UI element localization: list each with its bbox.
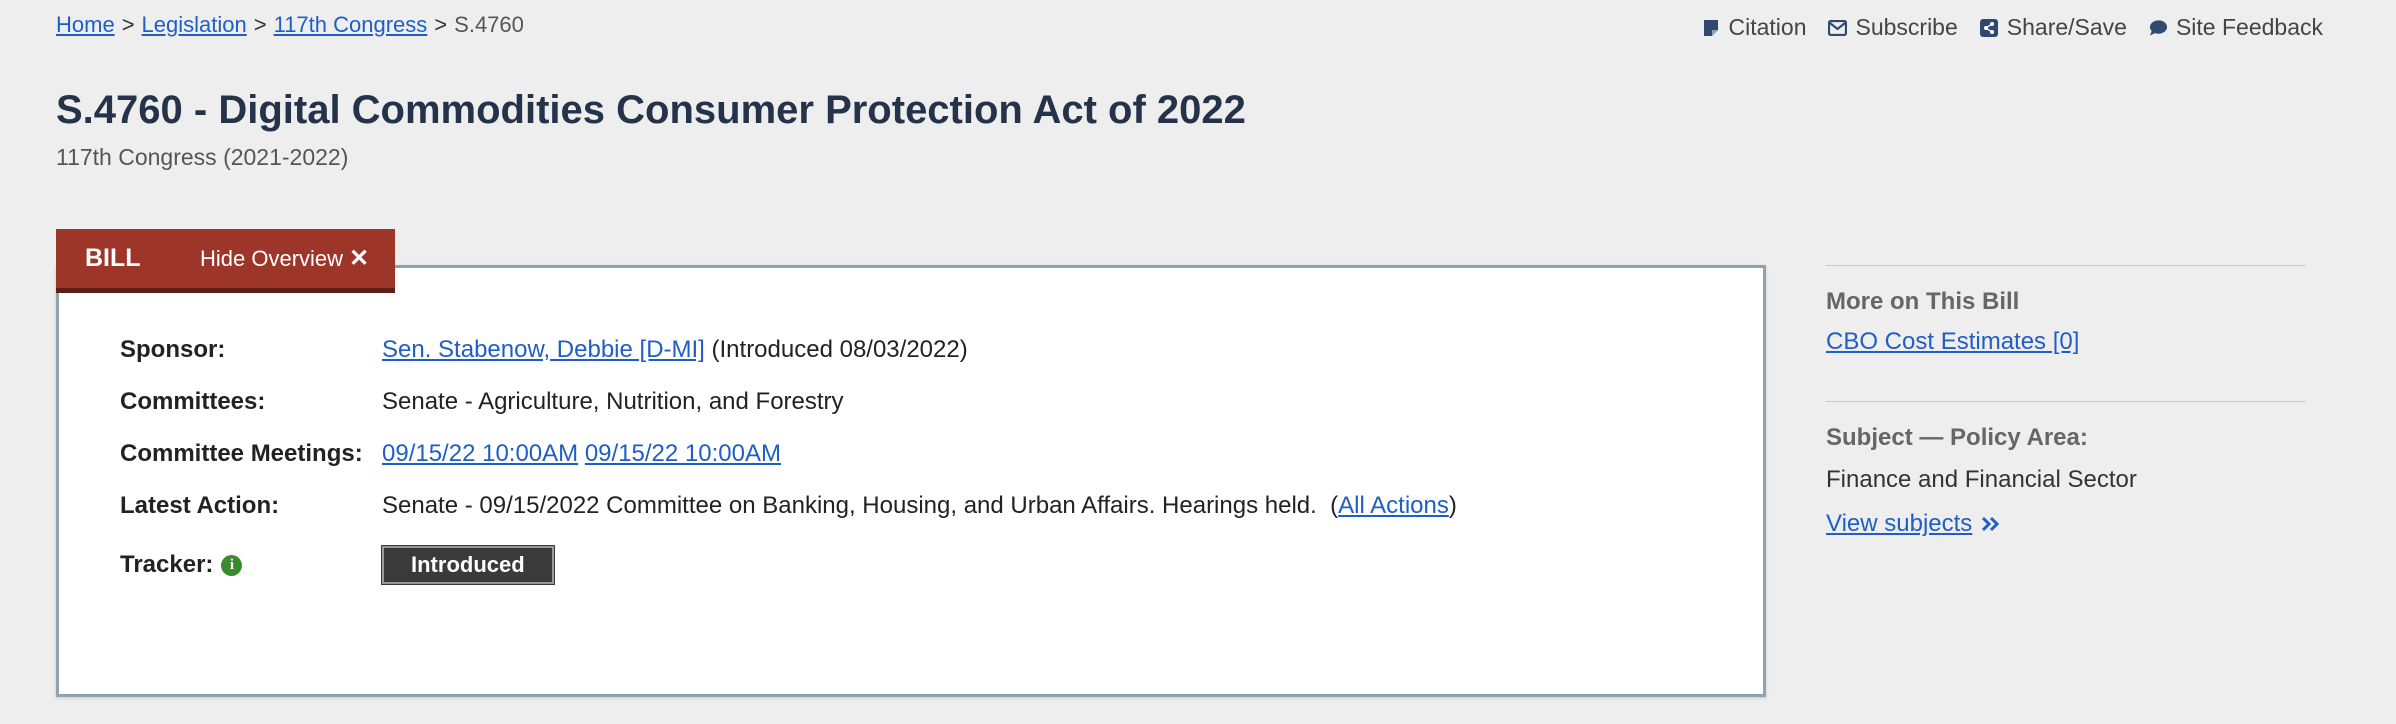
committees-value: Senate - Agriculture, Nutrition, and For… (382, 388, 844, 415)
more-on-this-bill-heading: More on This Bill (1826, 288, 2020, 315)
sponsor-row: Sponsor: Sen. Stabenow, Debbie [D-MI] (I… (120, 336, 968, 364)
latest-action-value: Senate - 09/15/2022 Committee on Banking… (382, 492, 1457, 519)
breadcrumb-legislation-link[interactable]: Legislation (142, 12, 247, 37)
subscribe-link[interactable]: Subscribe (1828, 14, 1958, 41)
close-icon: ✕ (349, 244, 370, 272)
cbo-cost-estimates-link[interactable]: CBO Cost Estimates [0] (1826, 328, 2079, 355)
hide-overview-label: Hide Overview (200, 245, 344, 271)
tracker-label: Tracker: (120, 551, 214, 578)
committee-meetings-row: Committee Meetings: 09/15/22 10:00AM 09/… (120, 440, 781, 468)
bill-sidebar: More on This Bill CBO Cost Estimates [0]… (1826, 265, 2306, 538)
breadcrumb-current: S.4760 (454, 12, 524, 37)
committee-meeting-link[interactable]: 09/15/22 10:00AM (585, 440, 781, 467)
breadcrumb-home-link[interactable]: Home (56, 12, 115, 37)
view-subjects-link[interactable]: View subjects (1826, 510, 1972, 537)
tracker-label-group: Tracker: i (120, 551, 382, 579)
committees-row: Committees: Senate - Agriculture, Nutrit… (120, 388, 844, 416)
speech-bubble-icon (2149, 18, 2168, 37)
sponsor-introduced-date: (Introduced 08/03/2022) (711, 336, 968, 363)
committees-label: Committees: (120, 388, 266, 415)
bill-overview-panel: Sponsor: Sen. Stabenow, Debbie [D-MI] (I… (56, 265, 1766, 697)
sponsor-link[interactable]: Sen. Stabenow, Debbie [D-MI] (382, 336, 705, 363)
info-icon[interactable]: i (221, 554, 243, 576)
policy-area-heading: Subject — Policy Area: (1826, 424, 2088, 451)
view-subjects-label: View subjects (1826, 510, 1973, 537)
citation-link[interactable]: Citation (1702, 14, 1807, 41)
breadcrumb-separator: > (121, 12, 135, 37)
site-feedback-link[interactable]: Site Feedback (2149, 14, 2323, 41)
double-chevron-right-icon (1981, 515, 2001, 538)
tracker-row: Tracker: i Introduced (120, 546, 554, 584)
subscribe-label: Subscribe (1855, 14, 1958, 40)
breadcrumb-congress-link[interactable]: 117th Congress (274, 12, 428, 37)
tracker-status-badge: Introduced (382, 546, 554, 584)
site-feedback-label: Site Feedback (2175, 14, 2323, 40)
committee-meetings-value: 09/15/22 10:00AM 09/15/22 10:00AM (382, 440, 781, 468)
latest-action-text: Senate - 09/15/2022 Committee on Banking… (382, 492, 1317, 519)
latest-action-label: Latest Action: (120, 492, 280, 519)
share-icon (1980, 18, 1999, 37)
share-save-label: Share/Save (2006, 14, 2127, 40)
utility-links: Citation Subscribe Share/Save Site Feedb… (1702, 14, 2323, 41)
breadcrumb-separator: > (253, 12, 267, 37)
breadcrumb-separator: > (434, 12, 448, 37)
sponsor-value: Sen. Stabenow, Debbie [D-MI] (Introduced… (382, 336, 968, 364)
citation-label: Citation (1728, 14, 1807, 40)
cbo-link-wrapper: CBO Cost Estimates [0] (1826, 328, 2306, 356)
committee-meeting-link[interactable]: 09/15/22 10:00AM (382, 440, 578, 467)
committee-meetings-label: Committee Meetings: (120, 440, 363, 467)
page-title: S.4760 - Digital Commodities Consumer Pr… (56, 88, 1246, 132)
sponsor-label: Sponsor: (120, 336, 226, 363)
view-subjects-wrapper: View subjects (1826, 510, 2306, 538)
latest-action-row: Latest Action: Senate - 09/15/2022 Commi… (120, 492, 1457, 520)
breadcrumb: Home > Legislation >117th Congress > S.4760 (56, 12, 524, 38)
envelope-icon (1828, 18, 1848, 37)
congress-subtitle: 117th Congress (2021-2022) (56, 144, 349, 170)
overview-tab-bar: BILL Hide Overview ✕ (56, 229, 395, 293)
all-actions-link[interactable]: All Actions (1338, 492, 1449, 519)
tracker-value: Introduced (382, 546, 554, 584)
hide-overview-button[interactable]: Hide Overview ✕ (200, 246, 369, 272)
bill-tab: BILL (85, 244, 141, 272)
policy-area-value: Finance and Financial Sector (1826, 466, 2137, 493)
divider (1826, 401, 2306, 402)
citation-icon (1702, 18, 1721, 37)
divider (1826, 265, 2306, 266)
share-save-link[interactable]: Share/Save (1980, 14, 2127, 41)
